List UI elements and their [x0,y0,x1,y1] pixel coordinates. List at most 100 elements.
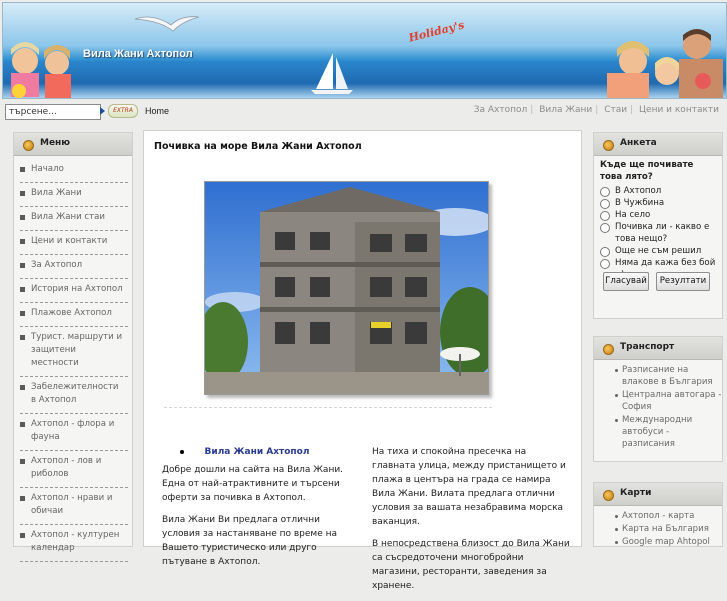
topnav-item-rooms[interactable]: Стаи [604,105,627,115]
menu-list: Начало Вила Жани Вила Жани стаи Цени и к… [14,156,132,562]
poll-options: В Ахтопол В Чужбина На село Почивка ли -… [594,183,722,281]
radio-button[interactable] [600,247,610,257]
poll-option[interactable]: На село [600,209,722,221]
poll-option-label: Още не съм решил [615,246,702,256]
topnav-item-akhtopol[interactable]: За Ахтопол [474,105,528,115]
vote-button[interactable]: Гласувай [603,272,649,291]
transport-panel-header: Транспорт [594,337,722,360]
poll-option[interactable]: В Чужбина [600,197,722,209]
menu-item[interactable]: Вила Жани [20,183,128,207]
maps-title: Карти [620,488,652,498]
menu-item-label: За Ахтопол [31,260,83,270]
site-title[interactable]: Вила Жани Ахтопол [83,48,193,60]
search-engine-logo[interactable]: EXTRA [108,104,138,118]
topnav-item-villa[interactable]: Вила Жани [539,105,592,115]
menu-item[interactable]: История на Ахтопол [20,279,128,303]
menu-item[interactable]: Ахтопол - флора и фауна [20,414,128,451]
poll-option-label: В Чужбина [615,198,665,208]
poll-option-label: Почивка ли - какво е това нещо? [615,222,710,244]
list-bullet-icon [615,419,618,422]
poll-question: Къде ще почивате това лято? [600,160,694,182]
menu-item-label: Ахтопол - флора и фауна [31,419,115,442]
poll-panel-header: Анкета [594,133,722,156]
transport-link[interactable]: Международни автобуси - разписания [615,414,722,450]
menu-item[interactable]: Вила Жани стаи [20,207,128,231]
list-bullet-icon [180,450,184,454]
children-photo-left [11,42,71,98]
map-link-label: Google map Ahtopol [622,537,710,547]
transport-link[interactable]: Разписание на влаковe в България [615,364,722,388]
poll-option[interactable]: Почивка ли - какво е това нещо? [600,221,722,245]
seagull-icon [134,16,200,32]
map-link-label: Карта на България [622,524,709,534]
map-link-label: Ахтопол - карта [622,511,695,521]
radio-button[interactable] [600,223,610,233]
radio-button[interactable] [600,187,610,197]
square-bullet-icon [20,167,25,172]
square-bullet-icon [20,239,25,244]
menu-item-label: Вила Жани стаи [31,212,106,222]
menu-item[interactable]: Турист. маршрути и защитени местности [20,327,128,377]
menu-item[interactable]: Цени и контакти [20,231,128,255]
poll-option[interactable]: Още не съм решил [600,245,722,257]
maps-panel-header: Карти [594,483,722,506]
radio-button[interactable] [600,211,610,221]
transport-links: Разписание на влаковe в България Централ… [594,360,722,450]
list-bullet-icon [615,369,618,372]
toolbar: EXTRA Home За Ахтопол| Вила Жани| Стаи| … [2,100,725,124]
menu-item-label: История на Ахтопол [31,284,123,294]
breadcrumb[interactable]: Home [145,106,169,116]
square-bullet-icon [20,335,25,340]
map-link[interactable]: Ахтопол - карта [615,510,722,522]
intro-column-right: На тиха и спокойна пресечка на главната … [372,445,572,601]
poll-option[interactable]: В Ахтопол [600,185,722,197]
square-bullet-icon [20,385,25,390]
menu-item[interactable]: Ахтопол - нрави и обичаи [20,488,128,525]
menu-item[interactable]: Ахтопол - лов и риболов [20,451,128,488]
square-bullet-icon [20,287,25,292]
menu-item[interactable]: Забележителности в Ахтопол [20,377,128,414]
square-bullet-icon [20,263,25,268]
menu-panel-header: Меню [14,133,132,156]
transport-link[interactable]: Централна автогара - София [615,389,722,413]
search-submit-arrow-icon[interactable] [100,107,105,115]
square-bullet-icon [20,311,25,316]
map-link[interactable]: Google map Ahtopol [615,536,722,547]
topnav-item-prices-contacts[interactable]: Цени и контакти [639,105,719,115]
site-header-banner: Вила Жани Ахтопол Holiday's [2,2,727,99]
maps-links: Ахтопол - карта Карта на България Google… [594,506,722,547]
intro-column-left: Вила Жани Ахтопол Добре дошли на сайта н… [162,445,352,577]
family-photo-right [607,29,723,98]
menu-item-label: Ахтопол - нрави и обичаи [31,493,113,516]
menu-item[interactable]: За Ахтопол [20,255,128,279]
menu-item[interactable]: Ахтопол - културен календар [20,525,128,562]
menu-panel: Меню Начало Вила Жани Вила Жани стаи Цен… [13,132,133,562]
menu-title: Меню [40,138,71,148]
poll-option-label: На село [615,210,651,220]
menu-item-label: Вила Жани [31,188,82,198]
list-bullet-icon [615,541,618,544]
radio-button[interactable] [600,199,610,209]
top-navigation: За Ахтопол | Вила Жани | Стаи | Цени и конт… [473,105,719,115]
panel-bullet-icon [23,140,34,151]
transport-panel: Транспорт Разписание на влаковe в Българ… [593,336,723,462]
results-button[interactable]: Резултати [656,272,710,291]
square-bullet-icon [20,191,25,196]
radio-button[interactable] [600,259,610,269]
page-title: Почивка на море Вила Жани Ахтопол [154,141,362,152]
villa-link[interactable]: Вила Жани Ахтопол [162,445,352,459]
search-input[interactable] [5,104,101,120]
menu-item[interactable]: Плажове Ахтопол [20,303,128,327]
menu-item-label: Плажове Ахтопол [31,308,112,318]
square-bullet-icon [20,215,25,220]
menu-item-label: Забележителности в Ахтопол [31,382,119,405]
intro-paragraph-2: Вила Жани Ви предлага отлични условия за… [162,515,338,567]
map-link[interactable]: Карта на България [615,523,722,535]
main-content: Почивка на море Вила Жани Ахтопол Вила Ж… [143,130,582,591]
menu-item[interactable]: Начало [20,159,128,183]
maps-panel: Карти Ахтопол - карта Карта на България … [593,482,723,547]
poll-title: Анкета [620,138,657,148]
location-paragraph: На тиха и спокойна пресечка на главната … [372,447,566,527]
divider [164,407,492,408]
square-bullet-icon [20,422,25,427]
